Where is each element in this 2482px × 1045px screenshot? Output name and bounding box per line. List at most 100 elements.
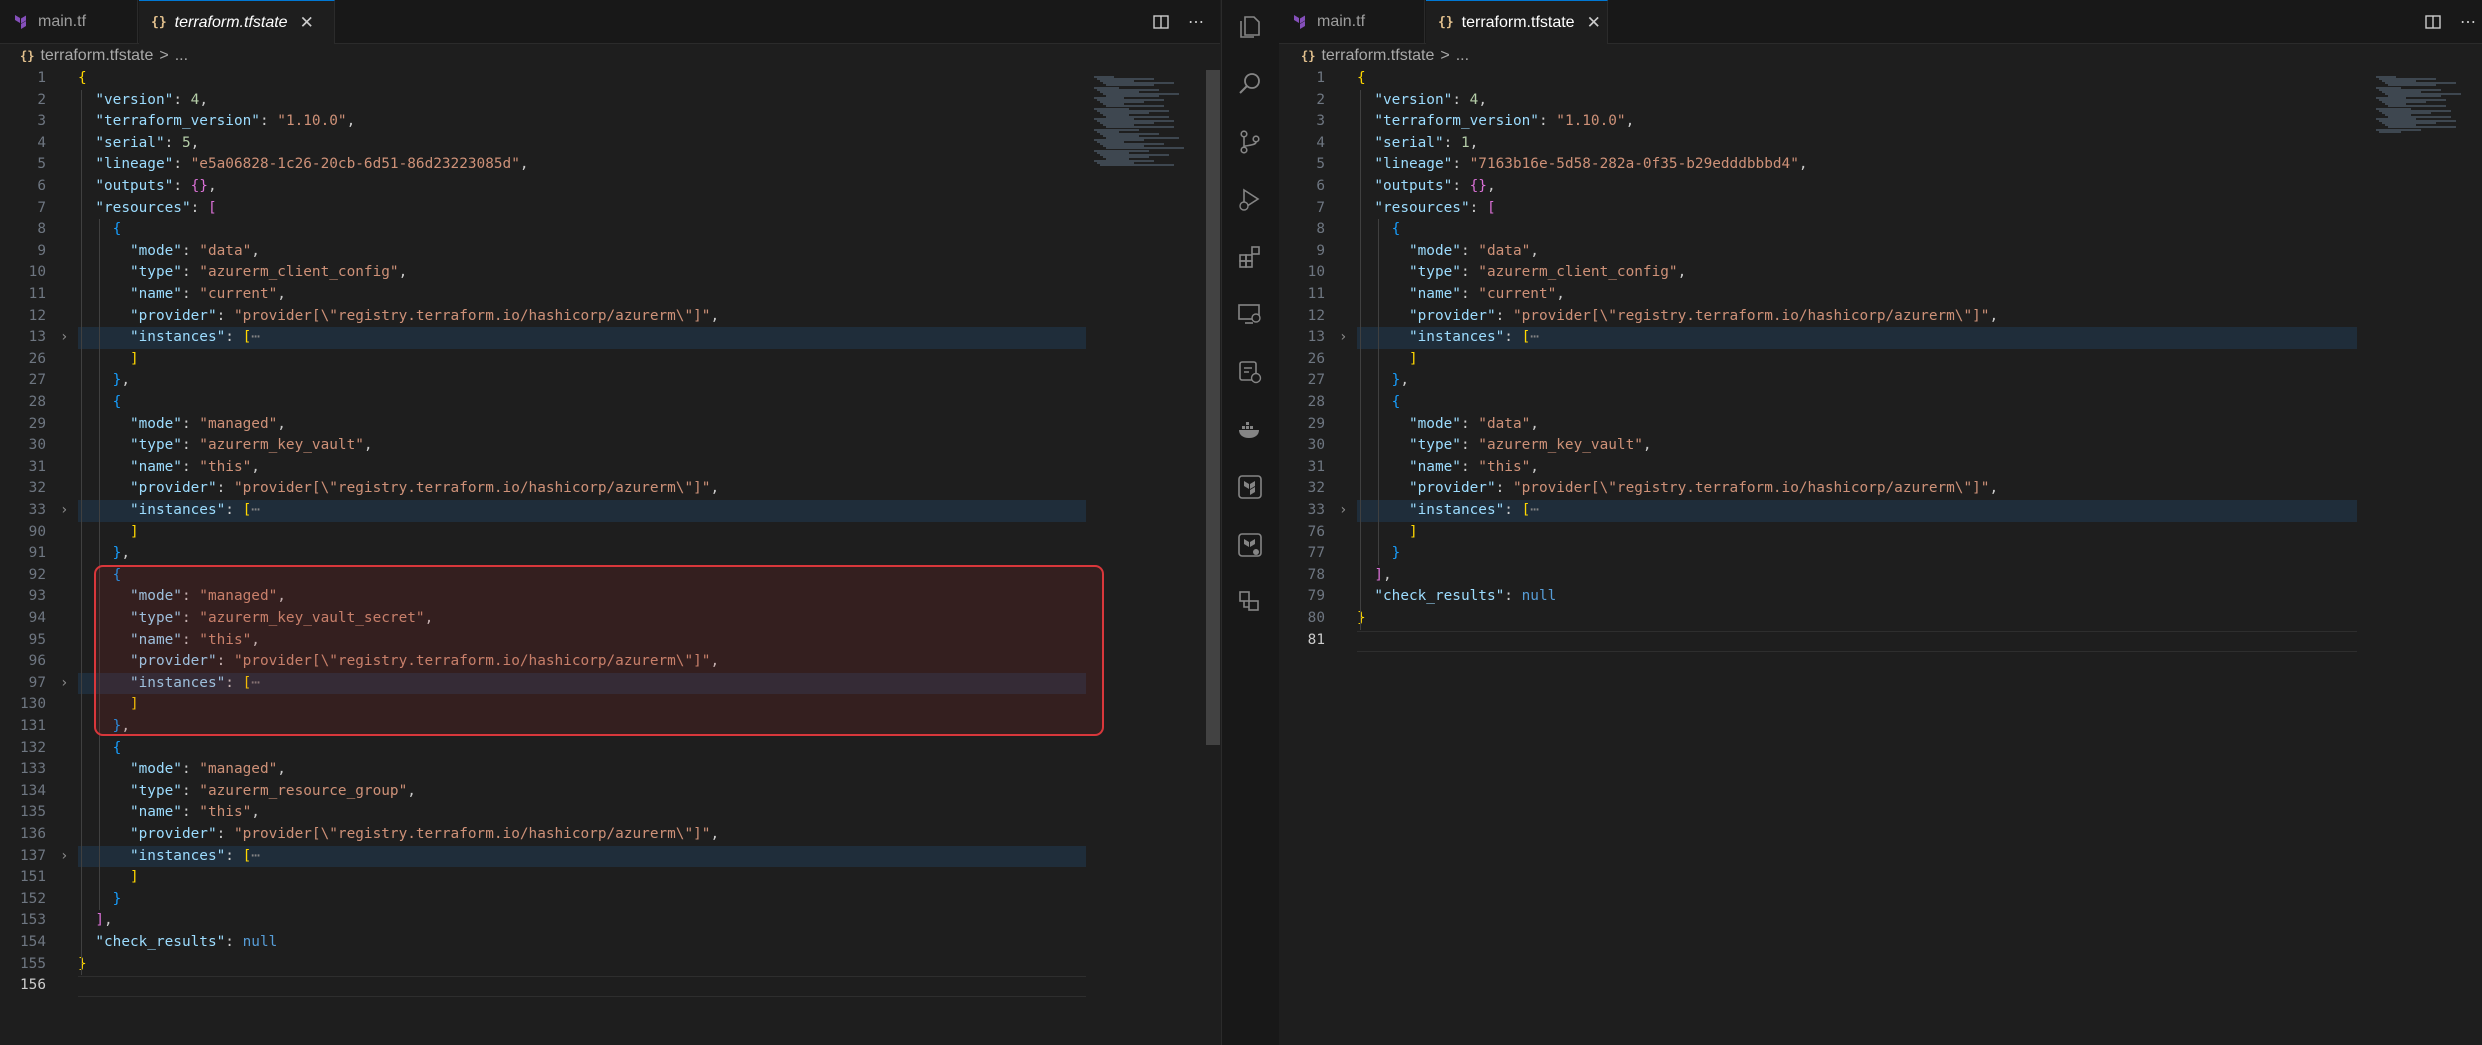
- tab-main-tf[interactable]: main.tf: [1279, 0, 1425, 43]
- run-debug-icon[interactable]: [1236, 186, 1264, 214]
- code-line[interactable]: 2 "version": 4,: [1279, 90, 2482, 112]
- code-line[interactable]: 136 "provider": "provider[\"registry.ter…: [0, 824, 1220, 846]
- code-line[interactable]: 156: [0, 975, 1220, 997]
- code-line[interactable]: 79 "check_results": null: [1279, 586, 2482, 608]
- code-line[interactable]: 29 "mode": "managed",: [0, 414, 1220, 436]
- code-line[interactable]: 13 › "instances": [⋯: [1279, 327, 2482, 349]
- code-line[interactable]: 27 },: [1279, 370, 2482, 392]
- code-line[interactable]: 134 "type": "azurerm_resource_group",: [0, 781, 1220, 803]
- minimap[interactable]: [2372, 68, 2482, 168]
- code-line[interactable]: 11 "name": "current",: [1279, 284, 2482, 306]
- code-line[interactable]: 5 "lineage": "7163b16e-5d58-282a-0f35-b2…: [1279, 154, 2482, 176]
- layers-icon[interactable]: [1236, 588, 1264, 616]
- chevron-right-icon[interactable]: ›: [1339, 327, 1347, 349]
- chevron-right-icon[interactable]: ›: [60, 500, 68, 522]
- testing-icon[interactable]: [1236, 358, 1264, 386]
- code-line[interactable]: 80}: [1279, 608, 2482, 630]
- split-editor-icon[interactable]: [1152, 13, 1170, 31]
- code-line[interactable]: 154 "check_results": null: [0, 932, 1220, 954]
- terraform-icon[interactable]: [1236, 473, 1264, 501]
- code-line[interactable]: 152 }: [0, 889, 1220, 911]
- code-line[interactable]: 32 "provider": "provider[\"registry.terr…: [0, 478, 1220, 500]
- breadcrumb-file[interactable]: terraform.tfstate: [1321, 47, 1434, 65]
- source-control-icon[interactable]: [1236, 128, 1264, 156]
- code-line[interactable]: 1{: [1279, 68, 2482, 90]
- code-line[interactable]: 12 "provider": "provider[\"registry.terr…: [0, 306, 1220, 328]
- code-line[interactable]: 26 ]: [0, 349, 1220, 371]
- code-line[interactable]: 81: [1279, 630, 2482, 652]
- code-line[interactable]: 6 "outputs": {},: [0, 176, 1220, 198]
- chevron-right-icon[interactable]: ›: [1339, 500, 1347, 522]
- code-line[interactable]: 9 "mode": "data",: [1279, 241, 2482, 263]
- code-token: "azurerm_client_config": [199, 264, 399, 281]
- code-line[interactable]: 28 {: [0, 392, 1220, 414]
- code-line[interactable]: 135 "name": "this",: [0, 802, 1220, 824]
- code-line[interactable]: 33 › "instances": [⋯: [0, 500, 1220, 522]
- code-line[interactable]: 7 "resources": [: [0, 198, 1220, 220]
- tab-terraform-tfstate[interactable]: {} terraform.tfstate ✕: [139, 0, 335, 44]
- code-line[interactable]: 27 },: [0, 370, 1220, 392]
- chevron-right-icon[interactable]: ›: [60, 673, 68, 695]
- code-line[interactable]: 4 "serial": 5,: [0, 133, 1220, 155]
- code-editor[interactable]: 1{2 "version": 4, 3 "terraform_version": …: [1279, 68, 2482, 1045]
- more-actions-icon[interactable]: ⋯: [2460, 12, 2476, 32]
- scrollbar-thumb[interactable]: [1206, 70, 1220, 745]
- code-editor[interactable]: 1{2 "version": 4, 3 "terraform_version": …: [0, 68, 1220, 1045]
- code-line[interactable]: 4 "serial": 1,: [1279, 133, 2482, 155]
- breadcrumb-more[interactable]: ...: [1456, 47, 1469, 65]
- tab-terraform-tfstate[interactable]: {} terraform.tfstate ✕: [1426, 0, 1608, 44]
- code-line[interactable]: 32 "provider": "provider[\"registry.terr…: [1279, 478, 2482, 500]
- code-line[interactable]: 132 {: [0, 738, 1220, 760]
- code-line[interactable]: 10 "type": "azurerm_client_config",: [0, 262, 1220, 284]
- code-line[interactable]: 7 "resources": [: [1279, 198, 2482, 220]
- code-line[interactable]: 8 {: [0, 219, 1220, 241]
- terraform-cloud-icon[interactable]: [1236, 531, 1264, 559]
- more-actions-icon[interactable]: ⋯: [1188, 12, 1204, 32]
- minimap[interactable]: [1090, 68, 1200, 168]
- code-line[interactable]: 77 }: [1279, 543, 2482, 565]
- extensions-icon[interactable]: [1236, 243, 1264, 271]
- close-icon[interactable]: ✕: [300, 13, 314, 33]
- code-line[interactable]: 9 "mode": "data",: [0, 241, 1220, 263]
- code-line[interactable]: 8 {: [1279, 219, 2482, 241]
- code-line[interactable]: 78 ],: [1279, 565, 2482, 587]
- code-line[interactable]: 30 "type": "azurerm_key_vault",: [1279, 435, 2482, 457]
- code-line[interactable]: 137 › "instances": [⋯: [0, 846, 1220, 868]
- code-line[interactable]: 153 ],: [0, 910, 1220, 932]
- code-line[interactable]: 29 "mode": "data",: [1279, 414, 2482, 436]
- vertical-scrollbar[interactable]: [1206, 68, 1220, 1045]
- code-line[interactable]: 6 "outputs": {},: [1279, 176, 2482, 198]
- remote-explorer-icon[interactable]: [1236, 300, 1264, 328]
- breadcrumb-more[interactable]: ...: [175, 47, 188, 65]
- code-line[interactable]: 31 "name": "this",: [1279, 457, 2482, 479]
- code-line[interactable]: 5 "lineage": "e5a06828-1c26-20cb-6d51-86…: [0, 154, 1220, 176]
- code-line[interactable]: 26 ]: [1279, 349, 2482, 371]
- code-line[interactable]: 76 ]: [1279, 522, 2482, 544]
- code-line[interactable]: 12 "provider": "provider[\"registry.terr…: [1279, 306, 2482, 328]
- docker-icon[interactable]: [1236, 416, 1264, 444]
- search-icon[interactable]: [1236, 70, 1264, 98]
- code-line[interactable]: 3 "terraform_version": "1.10.0",: [1279, 111, 2482, 133]
- code-line[interactable]: 133 "mode": "managed",: [0, 759, 1220, 781]
- breadcrumb-file[interactable]: terraform.tfstate: [40, 47, 153, 65]
- code-line[interactable]: 3 "terraform_version": "1.10.0",: [0, 111, 1220, 133]
- code-line[interactable]: 151 ]: [0, 867, 1220, 889]
- code-line[interactable]: 90 ]: [0, 522, 1220, 544]
- code-line[interactable]: 28 {: [1279, 392, 2482, 414]
- code-line[interactable]: 30 "type": "azurerm_key_vault",: [0, 435, 1220, 457]
- chevron-right-icon[interactable]: ›: [60, 327, 68, 349]
- code-line[interactable]: 10 "type": "azurerm_client_config",: [1279, 262, 2482, 284]
- code-line[interactable]: 33 › "instances": [⋯: [1279, 500, 2482, 522]
- code-line[interactable]: 1{: [0, 68, 1220, 90]
- code-line[interactable]: 155}: [0, 954, 1220, 976]
- chevron-right-icon[interactable]: ›: [60, 846, 68, 868]
- code-line[interactable]: 13 › "instances": [⋯: [0, 327, 1220, 349]
- code-line[interactable]: 2 "version": 4,: [0, 90, 1220, 112]
- code-line[interactable]: 91 },: [0, 543, 1220, 565]
- close-icon[interactable]: ✕: [1587, 13, 1601, 33]
- tab-main-tf[interactable]: main.tf: [0, 0, 138, 43]
- code-line[interactable]: 11 "name": "current",: [0, 284, 1220, 306]
- split-editor-icon[interactable]: [2424, 13, 2442, 31]
- code-line[interactable]: 31 "name": "this",: [0, 457, 1220, 479]
- explorer-icon[interactable]: [1236, 13, 1264, 41]
